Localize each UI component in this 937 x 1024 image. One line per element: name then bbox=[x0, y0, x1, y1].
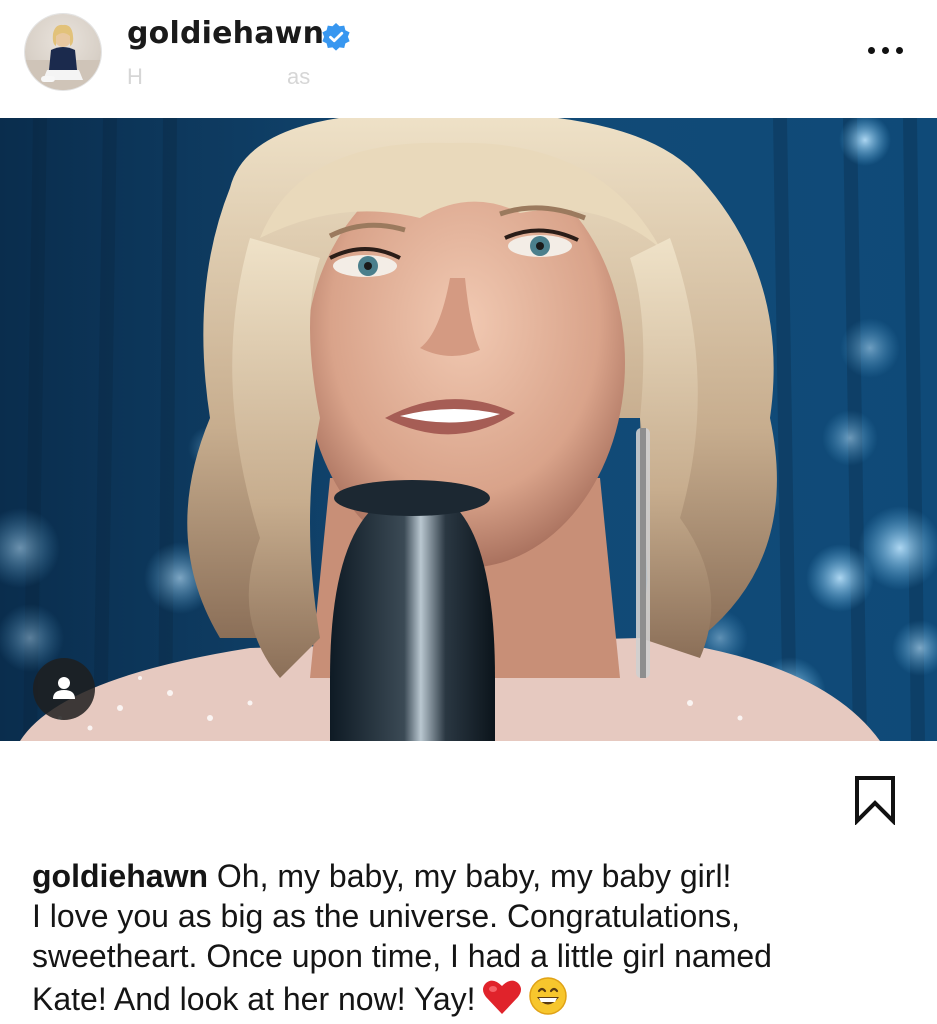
caption-line: I love you as big as the universe. Congr… bbox=[32, 898, 740, 934]
ellipsis-icon bbox=[867, 46, 875, 54]
tag-people-button[interactable] bbox=[33, 658, 95, 720]
post-photo[interactable] bbox=[0, 118, 937, 741]
person-icon bbox=[53, 677, 75, 699]
post-header: goldiehawn H as bbox=[0, 0, 937, 118]
post-location[interactable]: H as bbox=[127, 64, 310, 90]
post-caption: goldiehawn Oh, my baby, my baby, my baby… bbox=[32, 856, 912, 1019]
caption-text: Oh, my baby, my baby, my baby girl! bbox=[208, 858, 732, 894]
profile-avatar[interactable] bbox=[25, 14, 101, 90]
caption-line: sweetheart. Once upon time, I had a litt… bbox=[32, 938, 772, 974]
caption-username[interactable]: goldiehawn bbox=[32, 858, 208, 894]
more-options-button[interactable] bbox=[860, 38, 910, 62]
location-fragment: as bbox=[287, 64, 311, 89]
post-username[interactable]: goldiehawn bbox=[127, 16, 324, 51]
caption-line: goldiehawn Oh, my baby, my baby, my baby… bbox=[32, 856, 912, 896]
caption-line: Kate! And look at her now! Yay! bbox=[32, 976, 912, 1019]
bookmark-icon[interactable] bbox=[852, 775, 898, 825]
post-actions bbox=[0, 741, 937, 856]
caption-text: Kate! And look at her now! Yay! bbox=[32, 981, 476, 1017]
red-heart-icon bbox=[482, 980, 521, 1014]
location-fragment: H bbox=[127, 64, 143, 89]
verified-badge-icon bbox=[322, 23, 350, 51]
grinning-face-icon bbox=[528, 977, 567, 1015]
